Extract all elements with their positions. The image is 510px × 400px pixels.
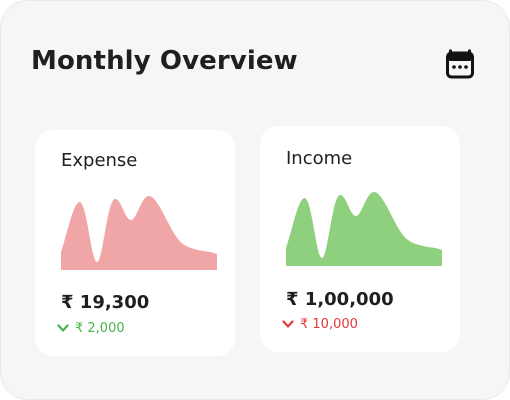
income-title: Income: [286, 148, 353, 169]
expense-title: Expense: [61, 150, 138, 171]
expense-delta: ₹ 2,000: [57, 321, 125, 336]
expense-sparkline: [61, 196, 217, 270]
page-title: Monthly Overview: [31, 46, 298, 76]
income-sparkline: [286, 192, 442, 266]
income-delta-value: ₹ 10,000: [300, 317, 358, 332]
chevron-down-icon: [57, 324, 69, 332]
calendar-icon: [446, 49, 474, 79]
expense-card[interactable]: Expense ₹ 19,300 ₹ 2,000: [35, 130, 235, 356]
expense-sparkline-area: [61, 196, 217, 270]
expense-amount: ₹ 19,300: [61, 292, 150, 313]
income-amount: ₹ 1,00,000: [286, 289, 394, 310]
income-delta: ₹ 10,000: [282, 317, 358, 332]
calendar-button[interactable]: [443, 46, 477, 82]
expense-delta-value: ₹ 2,000: [75, 321, 125, 336]
chevron-down-icon: [282, 320, 294, 328]
income-card[interactable]: Income ₹ 1,00,000 ₹ 10,000: [260, 126, 460, 352]
income-sparkline-area: [286, 192, 442, 266]
monthly-overview-panel: Monthly Overview Expense ₹ 19,300 ₹ 2,00…: [0, 0, 510, 400]
